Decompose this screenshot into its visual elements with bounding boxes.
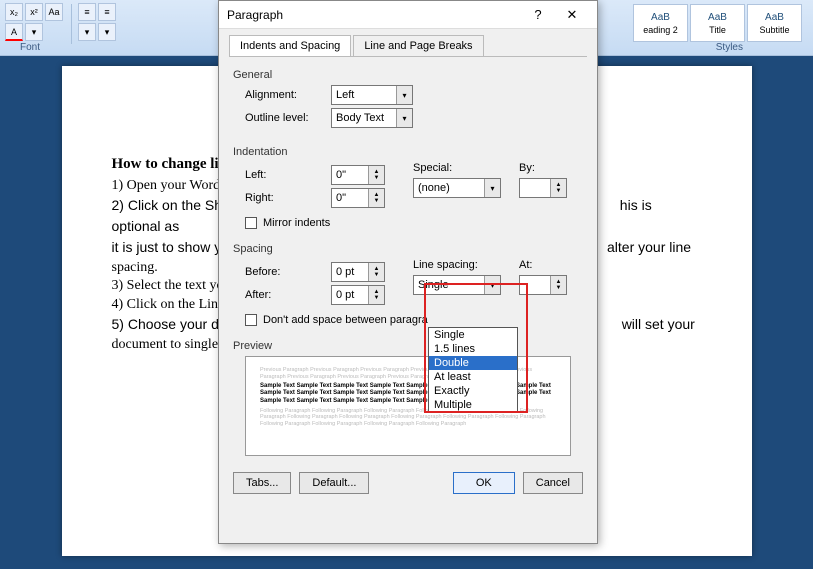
font-color-button[interactable]: A [5,23,23,41]
before-label: Before: [245,266,325,278]
chevron-down-icon: ▾ [396,86,412,104]
default-button[interactable]: Default... [299,472,369,494]
change-case-button[interactable]: Aa [45,3,63,21]
border-button[interactable]: ▾ [98,23,116,41]
spinner-icon[interactable]: ▲▼ [550,276,566,294]
dialog-titlebar[interactable]: Paragraph ? ✕ [219,1,597,29]
highlight-button[interactable]: ▾ [25,23,43,41]
at-input[interactable]: ▲▼ [519,275,567,295]
subscript-button[interactable]: x₂ [5,3,23,21]
group-spacing: Spacing Before: 0 pt▲▼ After: 0 pt▲▼ Line … [233,243,583,326]
chevron-down-icon: ▾ [484,179,500,197]
dropdown-item[interactable]: 1.5 lines [429,342,517,356]
dropdown-item[interactable]: At least [429,370,517,384]
after-input[interactable]: 0 pt▲▼ [331,285,385,305]
tab-line-page-breaks[interactable]: Line and Page Breaks [353,35,483,56]
group-indentation: Indentation Left: 0"▲▼ Right: 0"▲▼ Special… [233,146,583,229]
chevron-down-icon: ▾ [484,276,500,294]
indent-right-input[interactable]: 0"▲▼ [331,188,385,208]
dropdown-item[interactable]: Single [429,328,517,342]
at-label: At: [519,259,567,271]
indent-left-input[interactable]: 0"▲▼ [331,165,385,185]
help-button[interactable]: ? [521,4,555,26]
dropdown-item-selected[interactable]: Double [429,356,517,370]
group-title: Spacing [233,243,583,255]
group-preview: Preview Previous Paragraph Previous Para… [233,340,583,456]
alignment-label: Alignment: [245,89,325,101]
dropdown-item[interactable]: Multiple [429,398,517,412]
cancel-button[interactable]: Cancel [523,472,583,494]
ok-button[interactable]: OK [453,472,515,494]
spinner-icon[interactable]: ▲▼ [368,166,384,184]
style-title[interactable]: AaBTitle [690,4,745,42]
close-button[interactable]: ✕ [555,4,589,26]
mirror-indents-checkbox[interactable]: Mirror indents [245,217,583,229]
spinner-icon[interactable]: ▲▼ [368,263,384,281]
group-title: General [233,69,583,81]
spinner-icon[interactable]: ▲▼ [550,179,566,197]
spinner-icon[interactable]: ▲▼ [368,189,384,207]
checkbox-icon [245,314,257,326]
line-spacing-combo[interactable]: Single▾ [413,275,501,295]
tabs-button[interactable]: Tabs... [233,472,291,494]
checkbox-icon [245,217,257,229]
by-input[interactable]: ▲▼ [519,178,567,198]
dropdown-item[interactable]: Exactly [429,384,517,398]
style-heading2[interactable]: AaBeading 2 [633,4,688,42]
special-combo[interactable]: (none)▾ [413,178,501,198]
shading-button[interactable]: ▾ [78,23,96,41]
align-left-button[interactable]: ≡ [78,3,96,21]
group-title: Preview [233,340,583,352]
before-input[interactable]: 0 pt▲▼ [331,262,385,282]
outline-label: Outline level: [245,112,325,124]
dont-add-space-checkbox[interactable]: Don't add space between paragra [245,314,583,326]
dialog-button-row: Tabs... Default... OK Cancel [219,462,597,504]
dialog-tabs: Indents and Spacing Line and Page Breaks [229,35,587,57]
by-label: By: [519,162,567,174]
align-center-button[interactable]: ≡ [98,3,116,21]
line-spacing-dropdown[interactable]: Single 1.5 lines Double At least Exactly… [428,327,518,413]
group-general: General Alignment: Left▾ Outline level: … [233,69,583,128]
ribbon-group-font-label: Font [20,42,40,53]
ribbon-divider [71,4,72,44]
tab-indents-spacing[interactable]: Indents and Spacing [229,35,351,56]
preview-box: Previous Paragraph Previous Paragraph Pr… [245,356,571,456]
spinner-icon[interactable]: ▲▼ [368,286,384,304]
indent-right-label: Right: [245,192,325,204]
chevron-down-icon: ▾ [396,109,412,127]
outline-combo[interactable]: Body Text▾ [331,108,413,128]
style-subtitle[interactable]: AaBSubtitle [747,4,802,42]
after-label: After: [245,289,325,301]
group-title: Indentation [233,146,583,158]
indent-left-label: Left: [245,169,325,181]
special-label: Special: [413,162,501,174]
paragraph-dialog: Paragraph ? ✕ Indents and Spacing Line a… [218,0,598,544]
superscript-button[interactable]: x² [25,3,43,21]
alignment-combo[interactable]: Left▾ [331,85,413,105]
dialog-title: Paragraph [227,8,521,22]
ribbon-group-styles-label: Styles [716,42,743,53]
line-spacing-label: Line spacing: [413,259,501,271]
